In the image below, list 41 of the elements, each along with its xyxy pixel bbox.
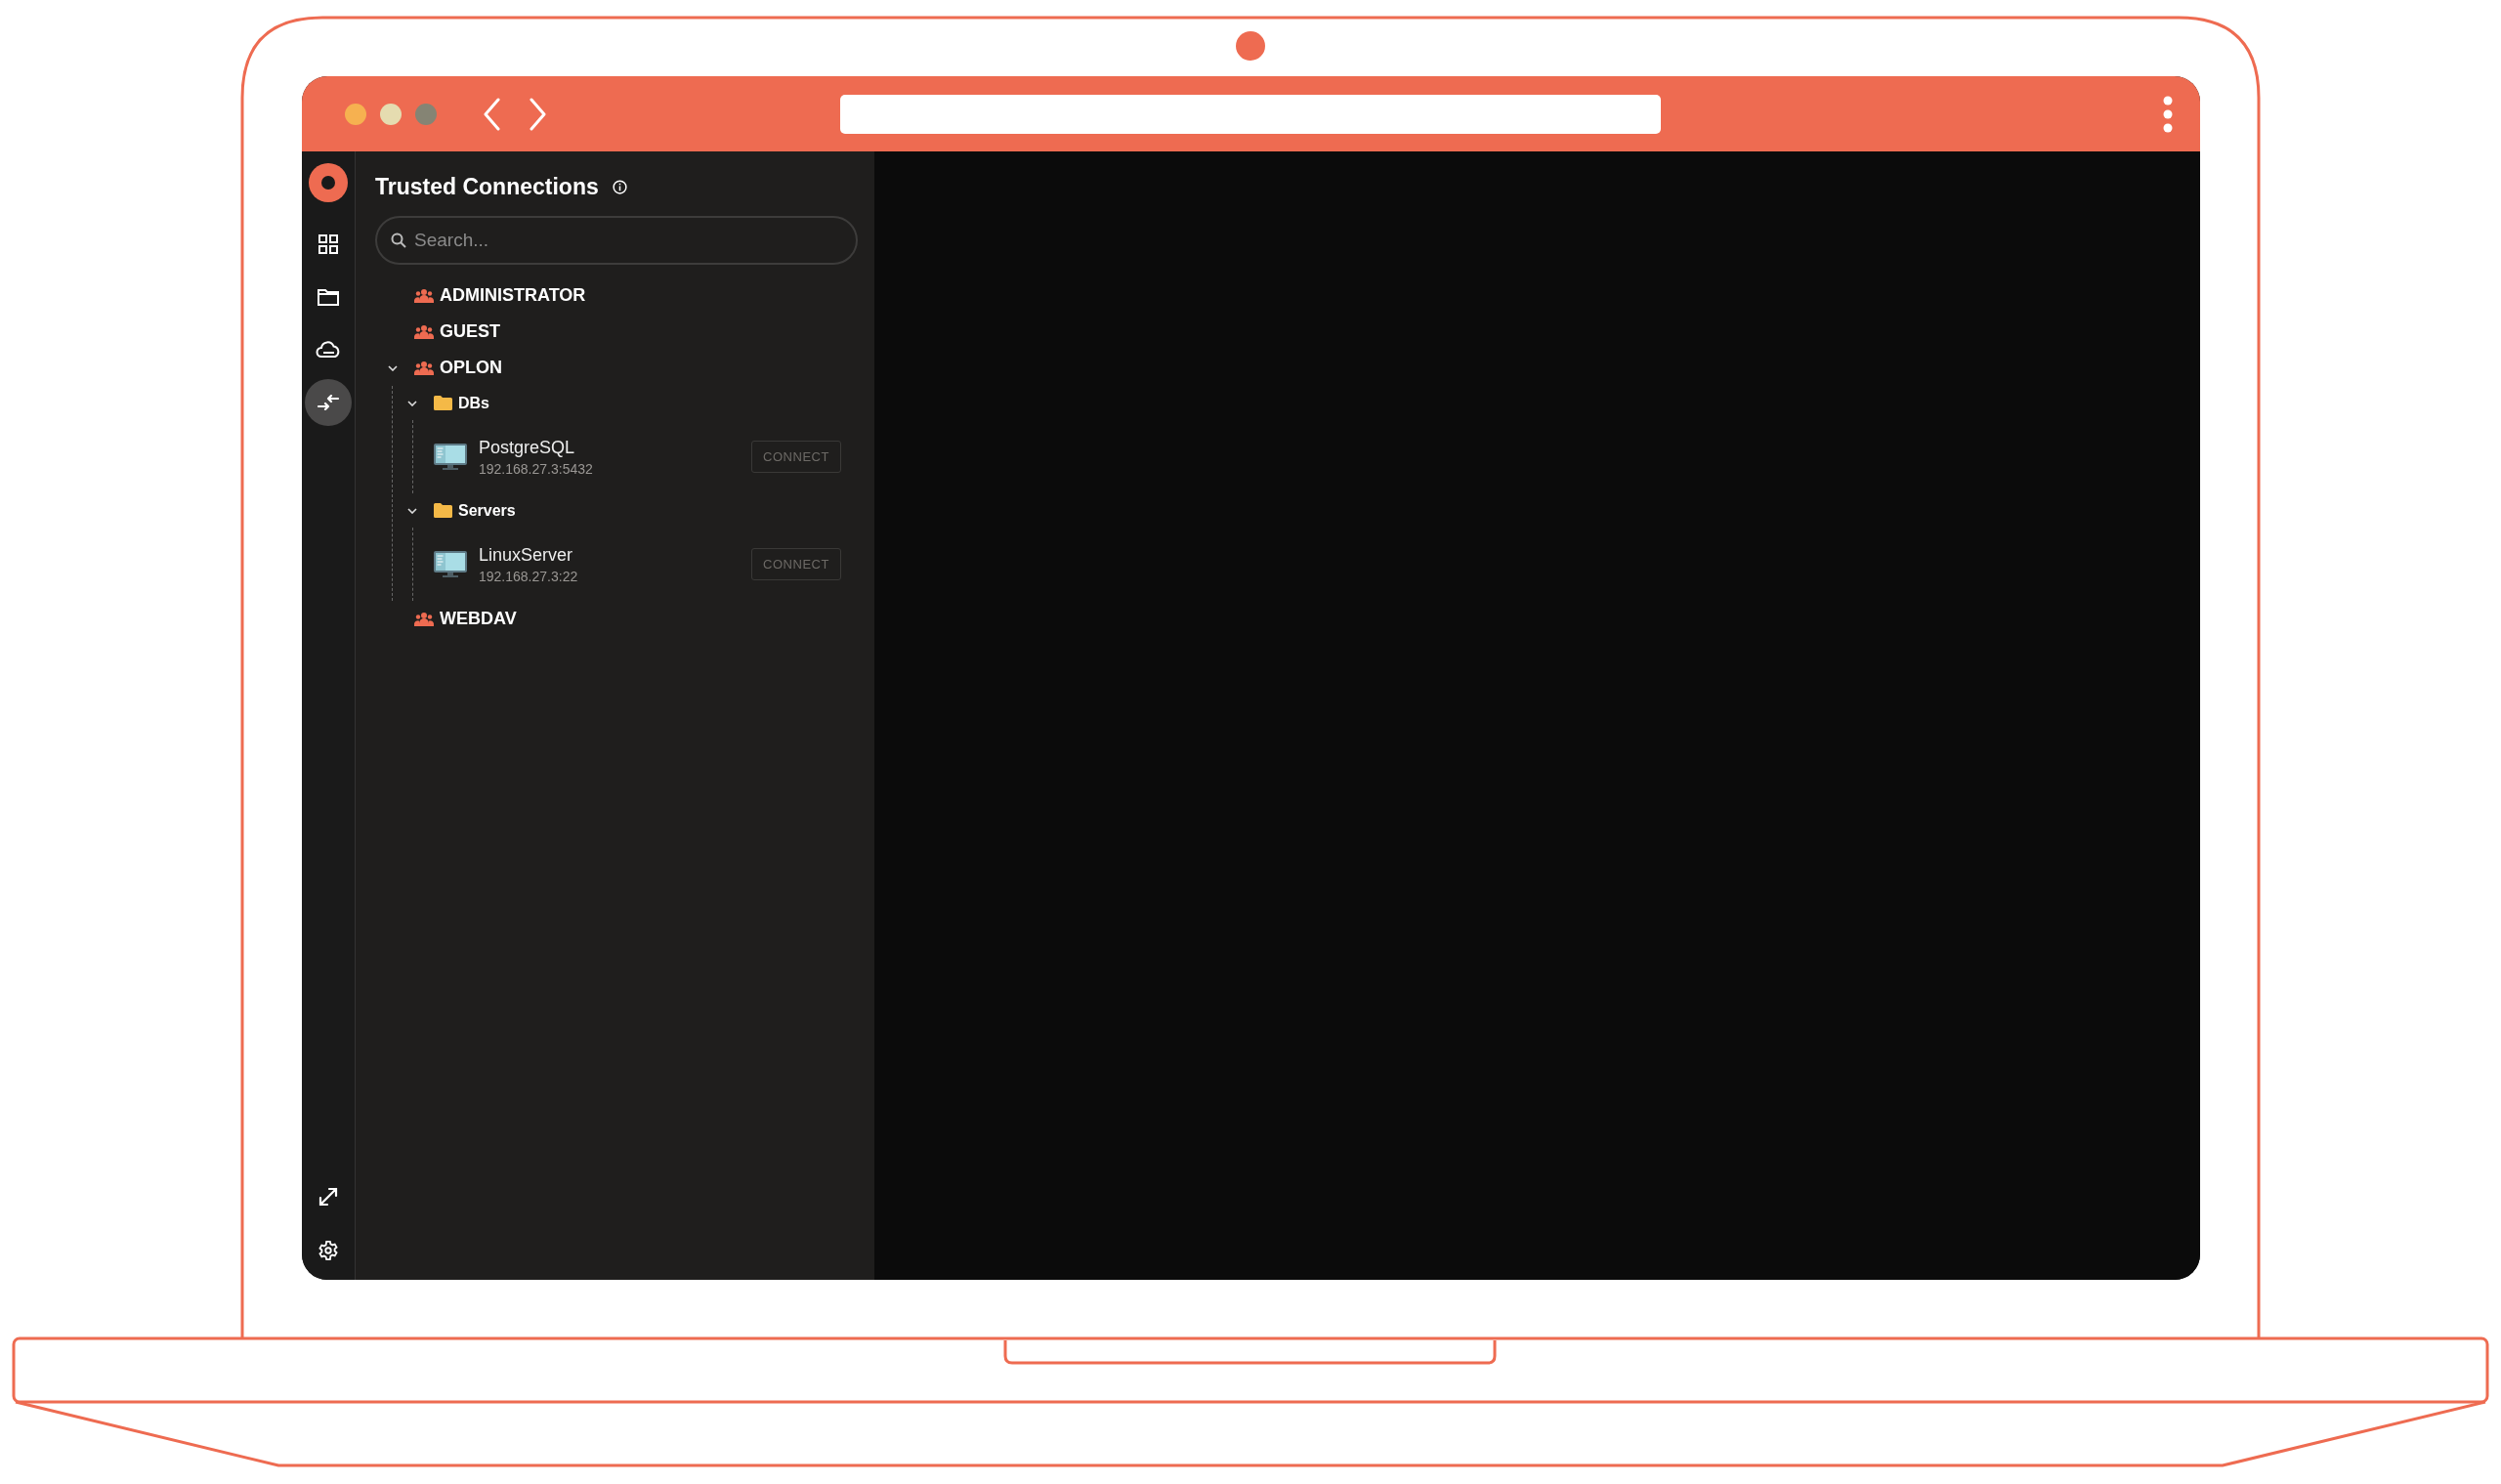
- cloud-icon: [316, 341, 341, 359]
- logo-icon: [309, 163, 348, 202]
- team-icon: [414, 611, 434, 627]
- team-icon: [414, 323, 434, 340]
- connections-rail-button[interactable]: [305, 379, 352, 426]
- connection-address: 192.168.27.3:22: [479, 568, 579, 584]
- group-label[interactable]: OPLON: [440, 358, 502, 378]
- search-icon: [391, 233, 406, 248]
- folder-icon: [434, 503, 452, 518]
- expand-icon: [318, 1186, 339, 1208]
- forward-icon[interactable]: [529, 97, 546, 131]
- more-icon[interactable]: [2163, 95, 2173, 133]
- folder-label[interactable]: DBs: [458, 394, 489, 412]
- group-label[interactable]: WEBDAV: [440, 609, 517, 629]
- tree-row[interactable]: WEBDAV: [383, 601, 841, 637]
- connection-name[interactable]: PostgreSQL: [479, 437, 751, 458]
- address-bar[interactable]: [840, 94, 1661, 134]
- monitor-icon: [434, 550, 467, 578]
- folder-icon: [317, 287, 340, 307]
- window-control-dot[interactable]: [345, 103, 366, 125]
- team-icon: [414, 360, 434, 376]
- tree-row[interactable]: GUEST: [383, 314, 841, 350]
- connection-address: 192.168.27.3:5432: [479, 460, 594, 477]
- monitor-icon: [434, 443, 467, 471]
- info-icon[interactable]: [612, 179, 627, 194]
- search-field[interactable]: Search...: [375, 216, 858, 265]
- connection-name[interactable]: LinuxServer: [479, 544, 751, 566]
- back-icon[interactable]: [484, 97, 501, 131]
- arrows-icon: [317, 395, 340, 410]
- tree-row[interactable]: ADMINISTRATOR: [383, 277, 841, 314]
- camera-dot: [1236, 31, 1265, 61]
- group-label[interactable]: ADMINISTRATOR: [440, 285, 586, 306]
- group-label[interactable]: GUEST: [440, 321, 500, 342]
- window-control-dot[interactable]: [380, 103, 402, 125]
- team-icon: [414, 287, 434, 304]
- panel-title: Trusted Connections: [375, 173, 599, 200]
- folder-icon: [434, 396, 452, 410]
- folder-label[interactable]: Servers: [458, 501, 516, 520]
- settings-icon: [318, 1240, 339, 1261]
- grid-icon: [318, 233, 339, 255]
- window-control-dot[interactable]: [415, 103, 437, 125]
